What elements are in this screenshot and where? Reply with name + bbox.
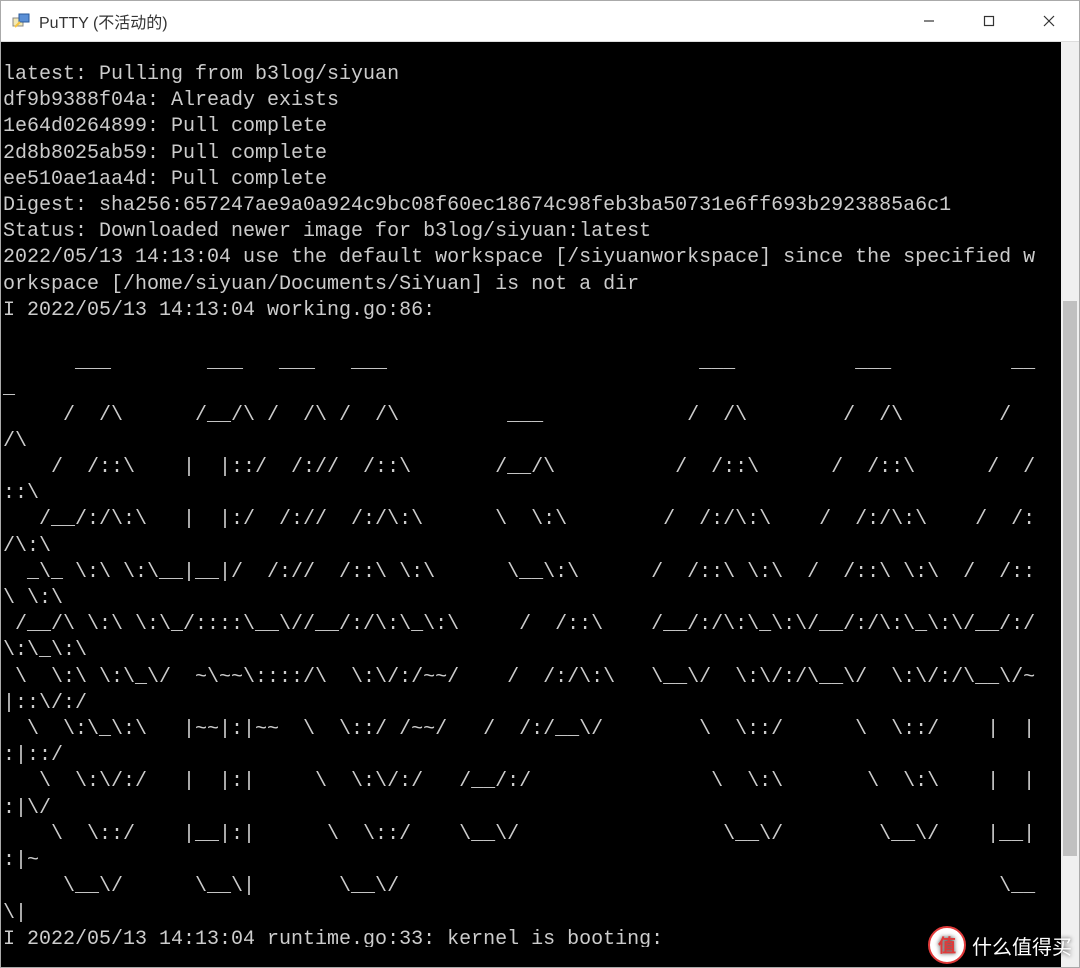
maximize-button[interactable]	[959, 1, 1019, 41]
client-area: latest: Pulling from b3log/siyuan df9b93…	[1, 42, 1079, 967]
scroll-thumb[interactable]	[1063, 301, 1077, 856]
putty-icon	[11, 11, 31, 31]
vertical-scrollbar[interactable]	[1061, 42, 1079, 967]
window-controls	[899, 1, 1079, 41]
terminal-output[interactable]: latest: Pulling from b3log/siyuan df9b93…	[1, 62, 1061, 947]
window-title: PuTTY (不活动的)	[39, 9, 899, 33]
close-button[interactable]	[1019, 1, 1079, 41]
minimize-button[interactable]	[899, 1, 959, 41]
titlebar[interactable]: PuTTY (不活动的)	[1, 1, 1079, 42]
putty-window: PuTTY (不活动的) latest: Pulling from b3log/…	[0, 0, 1080, 968]
